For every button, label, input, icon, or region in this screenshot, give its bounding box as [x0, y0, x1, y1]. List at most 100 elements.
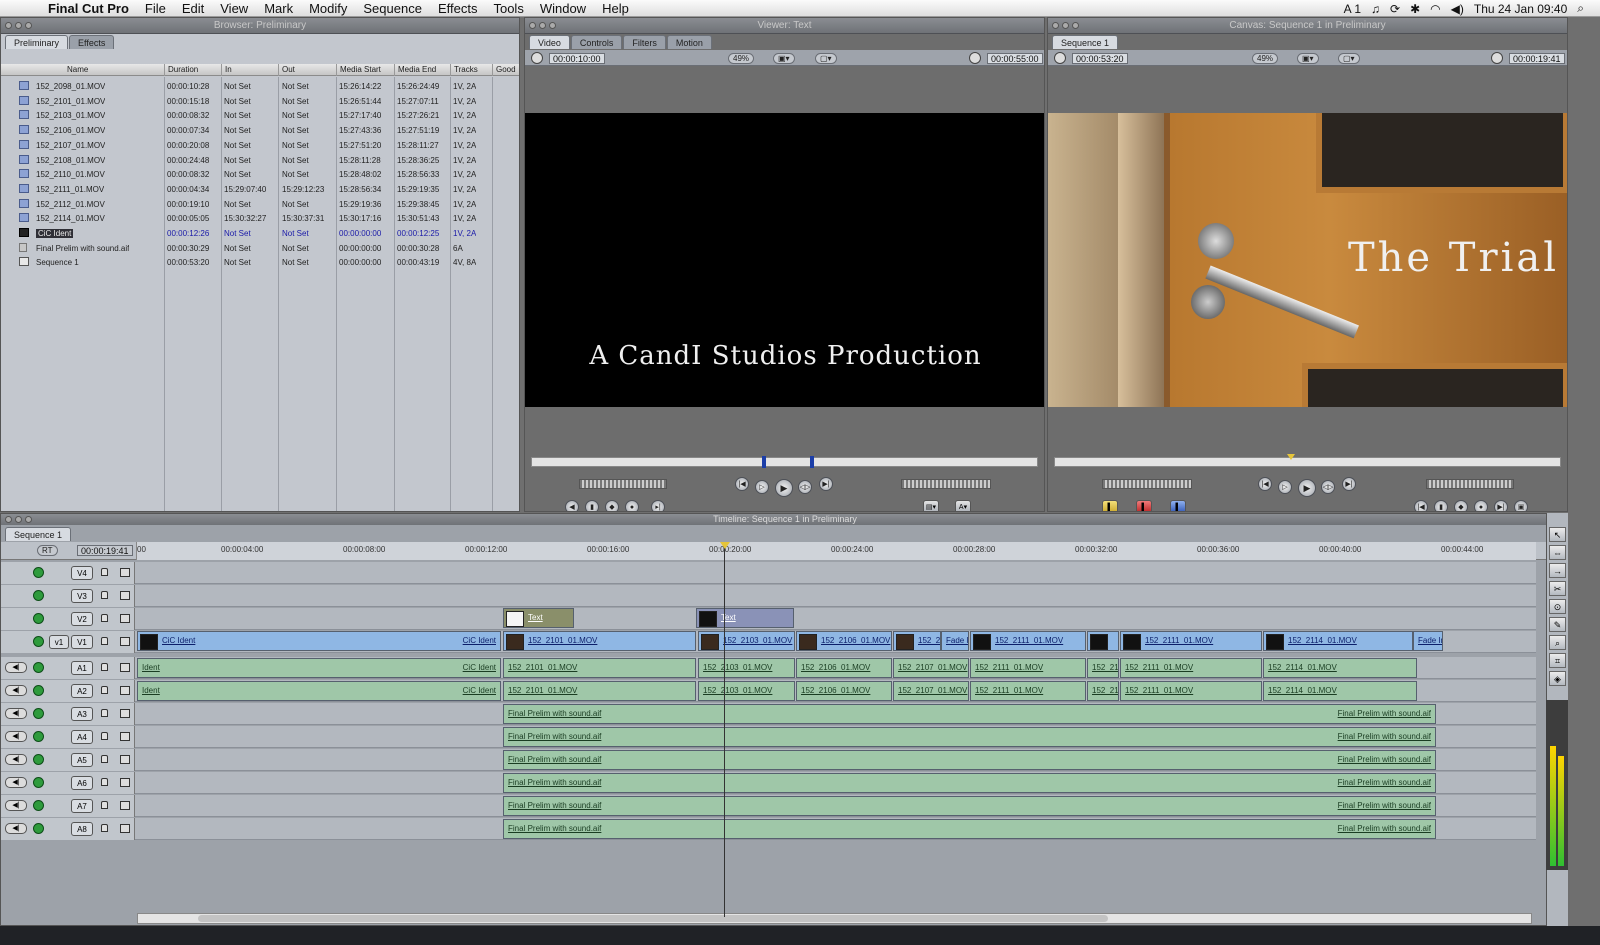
- video-clip[interactable]: 152_2101_01.MOV: [503, 631, 696, 651]
- col-media-end[interactable]: Media End: [395, 64, 451, 76]
- canvas-playhead-marker[interactable]: [1287, 454, 1295, 460]
- lock-icon[interactable]: [101, 824, 108, 832]
- window-controls[interactable]: [5, 22, 32, 29]
- video-clip[interactable]: 152_2103_01.MOV: [698, 631, 795, 651]
- viewer-current-timecode[interactable]: 00:00:55:00: [987, 53, 1043, 64]
- lock-icon[interactable]: [101, 591, 108, 599]
- menu-view[interactable]: View: [212, 1, 256, 16]
- lock-icon[interactable]: [101, 663, 108, 671]
- video-clip[interactable]: 152_2106_01.MOV: [796, 631, 892, 651]
- clock[interactable]: Thu 24 Jan 09:40: [1474, 2, 1567, 16]
- tab-preliminary[interactable]: Preliminary: [5, 35, 69, 49]
- track-enable-icon[interactable]: [33, 662, 44, 673]
- browser-row[interactable]: 152_2110_01.MOV 00:00:08:32 Not Set Not Set…: [1, 167, 517, 181]
- mute-solo-icon[interactable]: ◀|: [5, 685, 27, 696]
- track-visibility-icon[interactable]: [33, 636, 44, 647]
- match-frame-icon[interactable]: ◀: [565, 500, 579, 511]
- browser-row[interactable]: Sequence 1 00:00:53:20 Not Set Not Set 00:00…: [1, 255, 517, 269]
- track-enable-icon[interactable]: [33, 754, 44, 765]
- col-name[interactable]: Name: [1, 64, 165, 76]
- mute-solo-icon[interactable]: ◀|: [5, 662, 27, 673]
- tab-controls[interactable]: Controls: [570, 35, 623, 49]
- track-label[interactable]: A5: [71, 753, 93, 767]
- menu-file[interactable]: File: [137, 1, 174, 16]
- browser-row[interactable]: 152_2108_01.MOV 00:00:24:48 Not Set Not Set…: [1, 153, 517, 167]
- canvas-video-frame[interactable]: The Trial: [1048, 113, 1567, 407]
- browser-row[interactable]: 152_2111_01.MOV 00:00:04:34 15:29:07:40 15:…: [1, 182, 517, 196]
- track-enable-icon[interactable]: [33, 685, 44, 696]
- zoom-tool-icon[interactable]: ⌕: [1549, 635, 1566, 650]
- window-controls[interactable]: [5, 516, 32, 523]
- canvas-scrubber[interactable]: [1054, 454, 1561, 467]
- auto-select-icon[interactable]: [120, 686, 130, 695]
- canvas-shuttle-icon[interactable]: [1102, 479, 1192, 489]
- col-media-start[interactable]: Media Start: [337, 64, 395, 76]
- add-marker-icon[interactable]: ●: [625, 500, 639, 511]
- lock-icon[interactable]: [101, 778, 108, 786]
- track-enable-icon[interactable]: [33, 777, 44, 788]
- add-keyframe-icon[interactable]: ◆: [1454, 500, 1468, 511]
- auto-select-icon[interactable]: [120, 614, 130, 623]
- audio-clip[interactable]: 152_211: [1087, 681, 1119, 701]
- track-label[interactable]: V4: [71, 566, 93, 580]
- audio-clip[interactable]: Final Prelim with sound.aif Final Prelim …: [503, 796, 1436, 816]
- scroll-thumb[interactable]: [198, 915, 1108, 922]
- audio-clip[interactable]: Final Prelim with sound.aif Final Prelim …: [503, 750, 1436, 770]
- audio-clip[interactable]: Final Prelim with sound.aif Final Prelim …: [503, 727, 1436, 747]
- menu-window[interactable]: Window: [532, 1, 594, 16]
- mute-solo-icon[interactable]: ◀|: [5, 823, 27, 834]
- browser-row[interactable]: 152_2103_01.MOV 00:00:08:32 Not Set Not Set…: [1, 108, 517, 122]
- audio-clip[interactable]: 152_2103_01.MOV: [698, 681, 795, 701]
- insert-edit-icon[interactable]: ▌: [1102, 500, 1118, 511]
- viewer-video-frame[interactable]: A CandI Studios Production: [525, 113, 1044, 407]
- lock-icon[interactable]: [101, 801, 108, 809]
- track-label[interactable]: A6: [71, 776, 93, 790]
- track-visibility-icon[interactable]: [33, 590, 44, 601]
- prev-edit-icon[interactable]: |◀: [735, 477, 749, 491]
- overlay-popup-icon[interactable]: ▢▾: [1338, 53, 1360, 64]
- browser-row[interactable]: 152_2101_01.MOV 00:00:15:18 Not Set Not Set…: [1, 94, 517, 108]
- in-point-marker[interactable]: [762, 456, 766, 468]
- audio-clip[interactable]: 152_2111_01.MOV: [970, 681, 1086, 701]
- track-visibility-icon[interactable]: [33, 613, 44, 624]
- audio-clip[interactable]: 152_2106_01.MOV: [796, 658, 892, 678]
- view-popup-icon[interactable]: ▣▾: [1297, 53, 1319, 64]
- out-point-marker[interactable]: [810, 456, 814, 468]
- track-label[interactable]: A3: [71, 707, 93, 721]
- track-label[interactable]: A4: [71, 730, 93, 744]
- tab-filters[interactable]: Filters: [623, 35, 666, 49]
- mute-solo-icon[interactable]: ◀|: [5, 777, 27, 788]
- track-enable-icon[interactable]: [33, 731, 44, 742]
- add-keyframe-icon[interactable]: ◆: [605, 500, 619, 511]
- roll-tool-icon[interactable]: ⊙: [1549, 599, 1566, 614]
- col-duration[interactable]: Duration: [165, 64, 222, 76]
- audio-clip[interactable]: 152_2107_01.MOV: [893, 658, 969, 678]
- track-label[interactable]: V3: [71, 589, 93, 603]
- playhead-icon[interactable]: [720, 542, 730, 549]
- browser-row[interactable]: 152_2107_01.MOV 00:00:20:08 Not Set Not Set…: [1, 138, 517, 152]
- razor-tool-icon[interactable]: ✂: [1549, 581, 1566, 596]
- tab-effects[interactable]: Effects: [69, 35, 115, 49]
- audio-clip[interactable]: Ident CiC Ident: [137, 658, 501, 678]
- hand-tool-icon[interactable]: ◈: [1549, 671, 1566, 686]
- sync-icon[interactable]: ⟳: [1390, 2, 1400, 16]
- audio-clip[interactable]: Final Prelim with sound.aif Final Prelim …: [503, 819, 1436, 839]
- viewer-jog-icon[interactable]: [579, 479, 667, 489]
- play-icon[interactable]: ▶: [775, 479, 793, 497]
- track-label[interactable]: A8: [71, 822, 93, 836]
- match-frame-icon[interactable]: ▣: [1514, 500, 1528, 511]
- audio-clip[interactable]: 152_2103_01.MOV: [698, 658, 795, 678]
- mute-solo-icon[interactable]: ◀|: [5, 708, 27, 719]
- spotlight-icon[interactable]: ⌕: [1577, 1, 1584, 16]
- selection-tool-icon[interactable]: ↖: [1549, 527, 1566, 542]
- audio-clip[interactable]: 152_211: [1087, 658, 1119, 678]
- canvas-jog-icon[interactable]: [1426, 479, 1514, 489]
- video-clip[interactable]: Fade In: [1413, 631, 1443, 651]
- track-label[interactable]: A2: [71, 684, 93, 698]
- tab-motion[interactable]: Motion: [666, 35, 712, 49]
- window-controls[interactable]: [529, 22, 556, 29]
- video-clip[interactable]: Text: [503, 608, 574, 628]
- mute-solo-icon[interactable]: ◀|: [5, 731, 27, 742]
- menu-mark[interactable]: Mark: [256, 1, 301, 16]
- crop-tool-icon[interactable]: ⌗: [1549, 653, 1566, 668]
